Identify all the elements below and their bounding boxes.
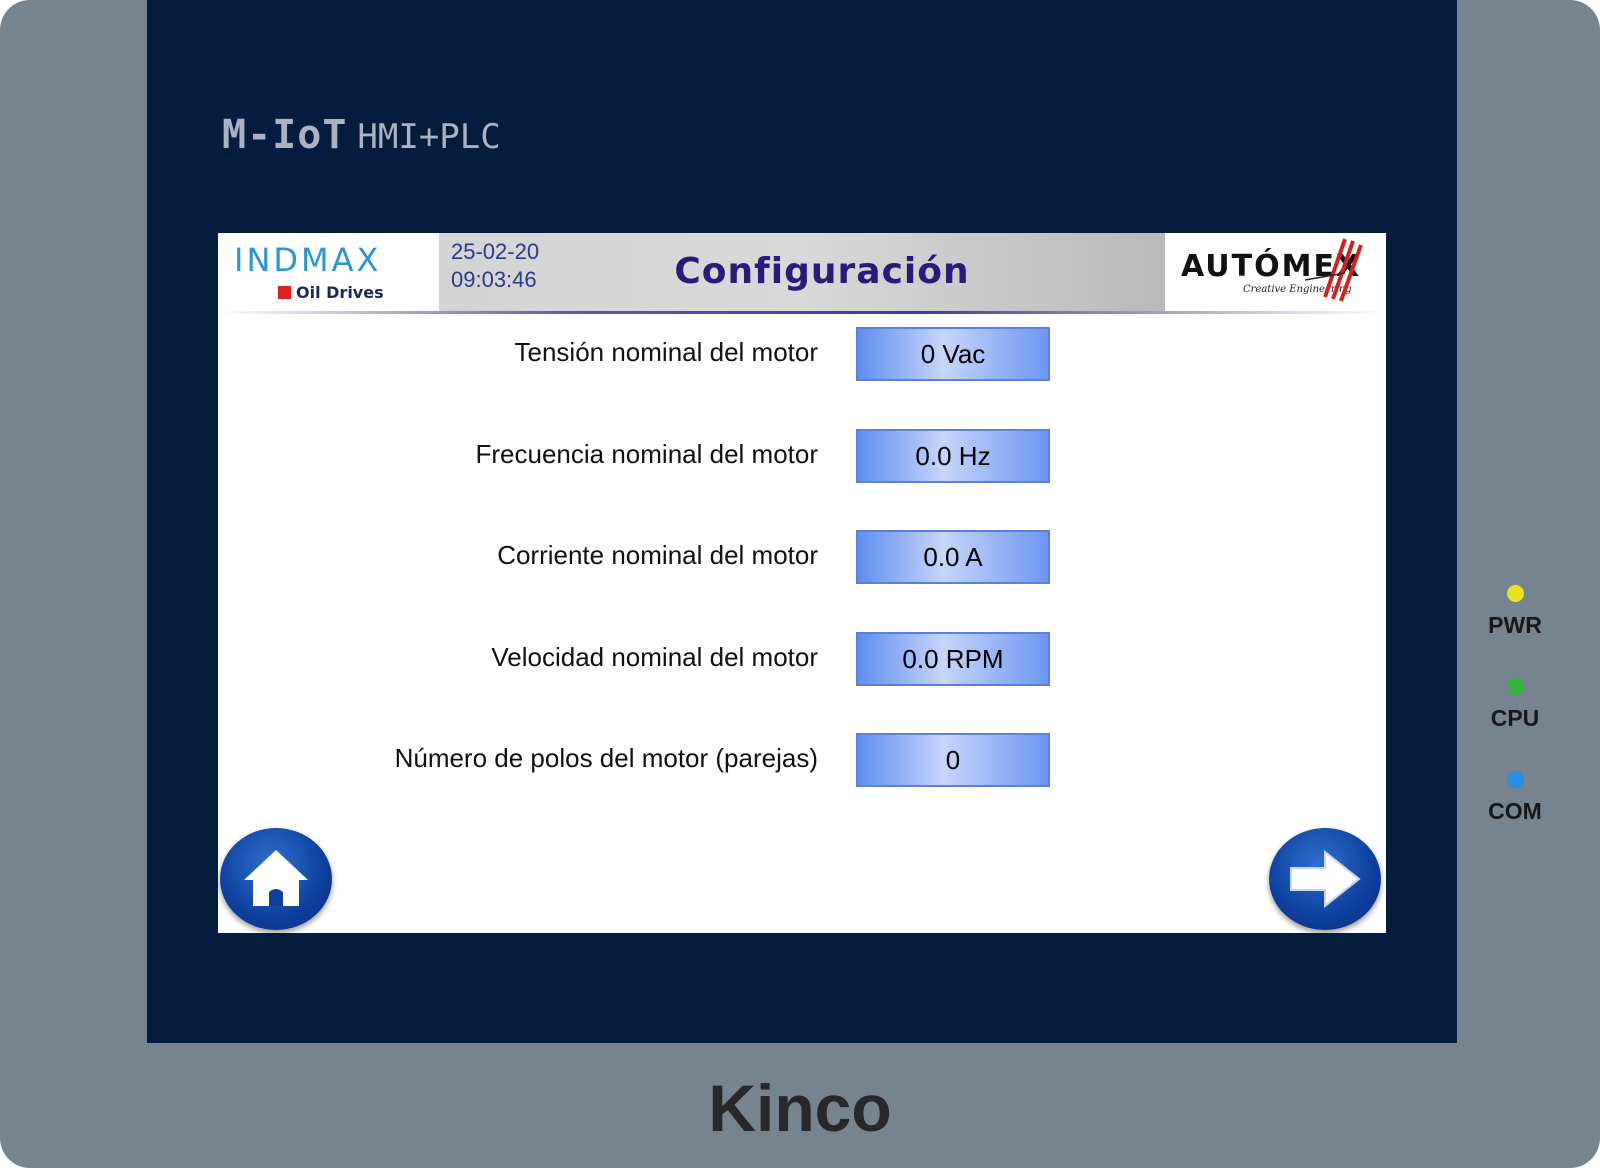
header-divider bbox=[218, 311, 1386, 314]
automex-swoosh-icon bbox=[1305, 238, 1363, 302]
field-label: Tensión nominal del motor bbox=[514, 337, 819, 367]
field-row-current: Corriente nominal del motor 0.0 A bbox=[218, 530, 1386, 588]
field-label: Frecuencia nominal del motor bbox=[475, 439, 819, 469]
field-row-speed: Velocidad nominal del motor 0.0 RPM bbox=[218, 632, 1386, 690]
pwr-label: PWR bbox=[1488, 612, 1542, 638]
com-led-icon bbox=[1506, 771, 1524, 788]
oil-drives-logo-text: Oil Drives bbox=[278, 283, 384, 302]
field-label: Corriente nominal del motor bbox=[497, 540, 818, 570]
model-sub-label: HMI+PLC bbox=[357, 117, 501, 157]
model-main-label: M-IoT bbox=[222, 112, 348, 158]
cpu-indicator: CPU bbox=[1480, 678, 1550, 732]
next-button[interactable] bbox=[1269, 828, 1381, 930]
field-label: Velocidad nominal del motor bbox=[491, 642, 818, 672]
pwr-indicator: PWR bbox=[1480, 585, 1550, 639]
field-row-frequency: Frecuencia nominal del motor 0.0 Hz bbox=[218, 429, 1386, 487]
oil-drives-mark-icon bbox=[278, 286, 291, 299]
hmi-screen: INDMAX Oil Drives 25-02-20 09:03:46 Conf… bbox=[218, 233, 1386, 933]
indomax-logo-text: INDMAX bbox=[234, 241, 382, 279]
home-button[interactable] bbox=[220, 828, 332, 930]
field-row-voltage: Tensión nominal del motor 0 Vac bbox=[218, 327, 1386, 385]
header-bar: 25-02-20 09:03:46 Configuración bbox=[439, 233, 1165, 311]
com-indicator: COM bbox=[1480, 771, 1550, 825]
automex-logo: AUTÓMEX Creative Engineering bbox=[1165, 233, 1386, 311]
oil-drives-label: Oil Drives bbox=[296, 283, 384, 302]
model-label: M-IoT HMI+PLC bbox=[222, 112, 501, 158]
field-label: Número de polos del motor (parejas) bbox=[394, 743, 818, 773]
frequency-input[interactable]: 0.0 Hz bbox=[856, 429, 1050, 483]
screen-header: INDMAX Oil Drives 25-02-20 09:03:46 Conf… bbox=[218, 233, 1386, 311]
speed-input[interactable]: 0.0 RPM bbox=[856, 632, 1050, 686]
indomax-logo: INDMAX Oil Drives bbox=[218, 233, 439, 311]
current-input[interactable]: 0.0 A bbox=[856, 530, 1050, 584]
com-label: COM bbox=[1488, 798, 1542, 824]
hmi-device: M-IoT HMI+PLC INDMAX Oil Drives 25-02-20 … bbox=[0, 0, 1600, 1168]
voltage-input[interactable]: 0 Vac bbox=[856, 327, 1050, 381]
field-row-poles: Número de polos del motor (parejas) 0 bbox=[218, 733, 1386, 791]
cpu-led-icon bbox=[1506, 678, 1524, 695]
pwr-led-icon bbox=[1506, 585, 1524, 602]
arrow-right-icon bbox=[1290, 849, 1361, 909]
cpu-label: CPU bbox=[1490, 705, 1540, 731]
poles-input[interactable]: 0 bbox=[856, 733, 1050, 787]
page-title: Configuración bbox=[674, 251, 970, 292]
kinco-brand: Kinco bbox=[708, 1071, 892, 1145]
home-icon bbox=[244, 850, 308, 906]
